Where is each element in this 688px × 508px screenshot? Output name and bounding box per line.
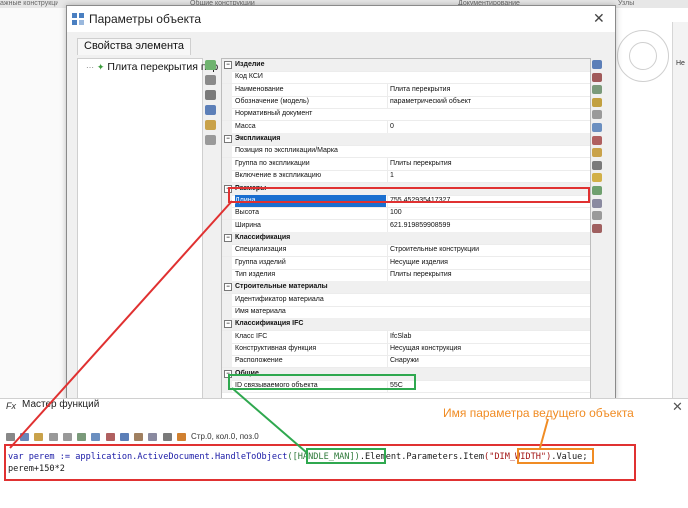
annotation-arrows	[9, 200, 549, 453]
